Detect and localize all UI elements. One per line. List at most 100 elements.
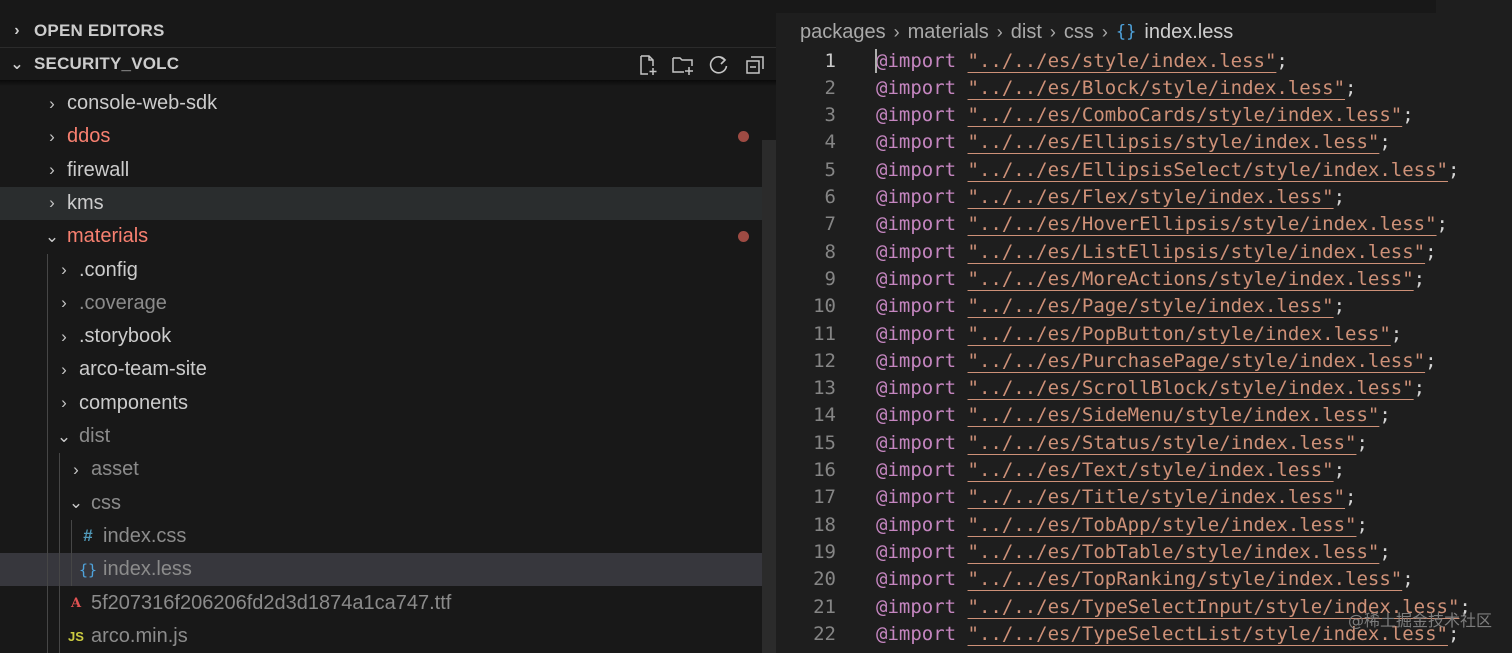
chevron-right-icon[interactable]: › [52, 327, 76, 347]
tree-file-arco-min-js[interactable]: JS arco.min.js [0, 620, 776, 653]
import-path-link[interactable]: "../../es/TobApp/style/index.less" [968, 514, 1357, 536]
tree-folder-kms[interactable]: › kms [0, 186, 776, 220]
import-keyword: @import [876, 513, 957, 536]
chevron-right-icon[interactable]: › [40, 160, 64, 180]
chevron-down-icon[interactable]: ⌄ [64, 493, 88, 513]
tree-folder-materials[interactable]: ⌄ materials [0, 220, 776, 253]
import-keyword: @import [876, 240, 957, 263]
import-keyword: @import [876, 76, 957, 99]
import-path-link[interactable]: "../../es/ListEllipsis/style/index.less" [968, 241, 1426, 263]
code-line[interactable]: 5 @import "../../es/EllipsisSelect/style/… [776, 156, 1512, 183]
code-line[interactable]: 7 @import "../../es/HoverEllipsis/style/i… [776, 211, 1512, 238]
editor-pane: packages › materials › dist › css › {} index.less… [776, 0, 1512, 653]
new-file-icon[interactable] [634, 52, 660, 78]
code-line[interactable]: 20 @import "../../es/TopRanking/style/ind… [776, 566, 1512, 593]
chevron-right-icon[interactable]: › [52, 260, 76, 280]
import-path-link[interactable]: "../../es/Title/style/index.less" [968, 486, 1346, 508]
chevron-down-icon[interactable]: ⌄ [40, 227, 64, 247]
tree-folder-firewall[interactable]: › firewall [0, 154, 776, 187]
breadcrumb-item[interactable]: packages [800, 21, 886, 44]
import-path-link[interactable]: "../../es/Status/style/index.less" [968, 432, 1357, 454]
semicolon: ; [1276, 49, 1288, 72]
line-number: 12 [813, 349, 836, 372]
collapse-all-icon[interactable] [742, 52, 768, 78]
code-line[interactable]: 11 @import "../../es/PopButton/style/inde… [776, 320, 1512, 347]
tree-folder-css[interactable]: ⌄ css [0, 487, 776, 520]
line-number: 13 [813, 377, 836, 400]
import-path-link[interactable]: "../../es/ComboCards/style/index.less" [968, 104, 1403, 126]
tree-folder-asset[interactable]: › asset [0, 453, 776, 486]
chevron-right-icon[interactable]: › [52, 360, 76, 380]
code-line[interactable]: 4 @import "../../es/Ellipsis/style/index.… [776, 129, 1512, 156]
sidebar-scrollbar[interactable] [762, 140, 776, 653]
tree-file-index-css[interactable]: # index.css [0, 520, 776, 553]
workspace-section-header[interactable]: ⌄ SECURITY_VOLC [0, 47, 776, 80]
tree-item-label: dist [79, 425, 111, 447]
tree-file-5f207316f206206fd2d3d1874a1ca747-ttf[interactable]: A 5f207316f206206fd2d3d1874a1ca747.ttf [0, 587, 776, 620]
import-path-link[interactable]: "../../es/EllipsisSelect/style/index.les… [968, 159, 1448, 181]
tree-folder-arco-team-site[interactable]: › arco-team-site [0, 353, 776, 386]
import-keyword: @import [876, 459, 957, 481]
import-keyword: @import [876, 595, 957, 618]
import-path-link[interactable]: "../../es/Page/style/index.less" [968, 295, 1334, 317]
tree-folder-storybook[interactable]: › .storybook [0, 320, 776, 353]
chevron-right-icon[interactable]: › [52, 293, 76, 313]
tree-folder-console-web-sdk[interactable]: › console-web-sdk [0, 87, 776, 120]
tree-folder-config[interactable]: › .config [0, 254, 776, 287]
import-path-link[interactable]: "../../es/Block/style/index.less" [968, 77, 1346, 99]
tree-file-index-less[interactable]: {} index.less [0, 553, 776, 587]
new-folder-icon[interactable] [670, 52, 696, 78]
import-path-link[interactable]: "../../es/PurchasePage/style/index.less" [968, 350, 1426, 372]
import-path-link[interactable]: "../../es/ScrollBlock/style/index.less" [968, 377, 1414, 399]
refresh-icon[interactable] [706, 52, 732, 78]
import-path-link[interactable]: "../../es/SideMenu/style/index.less" [968, 404, 1380, 426]
code-line[interactable]: 18 @import "../../es/TobApp/style/index.l… [776, 511, 1512, 538]
code-line[interactable]: 14 @import "../../es/SideMenu/style/index… [776, 402, 1512, 429]
open-editors-section-header[interactable]: › OPEN EDITORS [0, 14, 776, 47]
tree-folder-ddos[interactable]: › ddos [0, 120, 776, 153]
code-line[interactable]: 3 @import "../../es/ComboCards/style/inde… [776, 102, 1512, 129]
chevron-down-icon[interactable]: ⌄ [52, 427, 76, 447]
code-line[interactable]: 6 @import "../../es/Flex/style/index.less… [776, 184, 1512, 211]
tree-folder-dist[interactable]: ⌄ dist [0, 420, 776, 453]
import-path-link[interactable]: "../../es/Ellipsis/style/index.less" [968, 131, 1380, 153]
tree-item-label: kms [67, 191, 104, 214]
import-path-link[interactable]: "../../es/HoverEllipsis/style/index.less… [968, 213, 1437, 235]
chevron-right-icon[interactable]: › [40, 193, 64, 213]
code-text: @import "../../es/TobTable/style/index.l… [876, 541, 1391, 563]
import-path-link[interactable]: "../../es/PopButton/style/index.less" [968, 323, 1391, 345]
chevron-right-icon[interactable]: › [52, 393, 76, 413]
code-line[interactable]: 15 @import "../../es/Status/style/index.l… [776, 429, 1512, 456]
code-line[interactable]: 13 @import "../../es/ScrollBlock/style/in… [776, 375, 1512, 402]
import-keyword: @import [876, 540, 957, 563]
breadcrumb-item[interactable]: materials [908, 21, 989, 44]
import-path-link[interactable]: "../../es/MoreActions/style/index.less" [968, 268, 1414, 290]
chevron-right-icon[interactable]: › [64, 460, 88, 480]
code-line[interactable]: 9 @import "../../es/MoreActions/style/ind… [776, 265, 1512, 292]
breadcrumb-item[interactable]: dist [1011, 21, 1042, 44]
code-line[interactable]: 12 @import "../../es/PurchasePage/style/i… [776, 347, 1512, 374]
code-line[interactable]: 2 @import "../../es/Block/style/index.les… [776, 74, 1512, 101]
code-line[interactable]: 16 @import "../../es/Text/style/index.les… [776, 457, 1512, 484]
import-path-link[interactable]: "../../es/style/index.less" [968, 50, 1277, 72]
tree-folder-coverage[interactable]: › .coverage [0, 287, 776, 320]
import-path-link[interactable]: "../../es/TopRanking/style/index.less" [968, 568, 1403, 590]
import-path-link[interactable]: "../../es/Flex/style/index.less" [968, 186, 1334, 208]
breadcrumb-item[interactable]: css [1064, 21, 1094, 44]
tree-folder-components[interactable]: › components [0, 387, 776, 420]
line-number: 10 [813, 295, 836, 318]
code-text: @import "../../es/Status/style/index.les… [876, 432, 1368, 454]
tree-item-label: console-web-sdk [67, 92, 218, 114]
breadcrumb-current-file[interactable]: index.less [1144, 21, 1233, 44]
chevron-right-icon[interactable]: › [40, 94, 64, 114]
chevron-right-icon[interactable]: › [40, 127, 64, 147]
import-path-link[interactable]: "../../es/TobTable/style/index.less" [968, 541, 1380, 563]
code-text: @import "../../es/Page/style/index.less"… [876, 295, 1345, 317]
code-line[interactable]: 19 @import "../../es/TobTable/style/index… [776, 538, 1512, 565]
code-text: @import "../../es/ComboCards/style/index… [876, 104, 1414, 126]
import-path-link[interactable]: "../../es/Text/style/index.less" [968, 459, 1334, 481]
code-line[interactable]: 17 @import "../../es/Title/style/index.le… [776, 484, 1512, 511]
code-line[interactable]: 8 @import "../../es/ListEllipsis/style/in… [776, 238, 1512, 265]
code-line[interactable]: 10 @import "../../es/Page/style/index.les… [776, 293, 1512, 320]
code-line[interactable]: 1 @import "../../es/style/index.less"; [776, 47, 1512, 74]
